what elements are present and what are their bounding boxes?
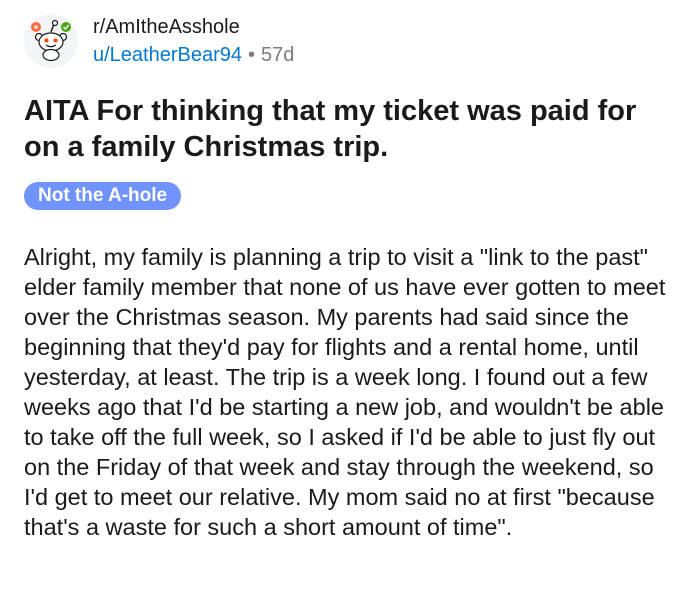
post-flair[interactable]: Not the A-hole [24, 182, 182, 210]
author-link[interactable]: u/LeatherBear94 [93, 44, 242, 66]
post-age: 57d [261, 44, 295, 66]
post-meta: r/AmItheAsshole u/LeatherBear94 • 57d [93, 15, 294, 67]
post-body: Alright, my family is planning a trip to… [24, 244, 666, 540]
meta-separator: • [248, 44, 256, 66]
author-line: u/LeatherBear94 • 57d [93, 43, 294, 67]
post-header: r/AmItheAsshole u/LeatherBear94 • 57d [24, 14, 294, 68]
snoo-avatar-icon[interactable] [24, 14, 78, 68]
post-title[interactable]: AITA For thinking that my ticket was pai… [24, 93, 674, 165]
subreddit-link[interactable]: r/AmItheAsshole [93, 15, 294, 39]
